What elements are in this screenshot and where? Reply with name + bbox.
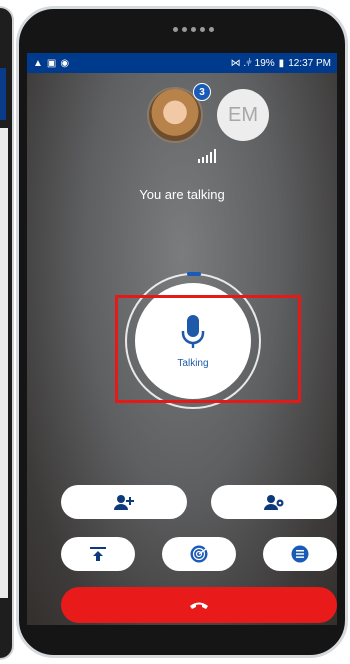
end-call-button[interactable] bbox=[61, 587, 337, 623]
adjacent-phone-edge bbox=[0, 6, 14, 660]
speaker-grille bbox=[173, 27, 214, 32]
adjacent-phone-screen bbox=[0, 128, 8, 598]
image-icon: ▣ bbox=[46, 57, 57, 69]
list-button[interactable] bbox=[263, 537, 337, 571]
signal-strength-icon bbox=[198, 149, 216, 163]
battery-icon: ▮ bbox=[278, 57, 285, 69]
add-participant-button[interactable] bbox=[61, 485, 187, 519]
action-row-2 bbox=[61, 537, 337, 571]
radar-button[interactable] bbox=[162, 537, 236, 571]
participant-count-badge: 3 bbox=[193, 83, 211, 101]
highlight-box bbox=[115, 295, 301, 403]
upload-button[interactable] bbox=[61, 537, 135, 571]
radar-icon bbox=[190, 545, 208, 563]
contacts-settings-button[interactable] bbox=[211, 485, 337, 519]
contacts-settings-icon bbox=[264, 495, 284, 510]
adjacent-phone-header bbox=[0, 68, 6, 120]
call-status-text: You are talking bbox=[139, 187, 225, 202]
signal-battery-text: ⋈ .⫩ 19% bbox=[230, 57, 275, 69]
end-call-icon bbox=[190, 602, 208, 609]
list-icon bbox=[291, 545, 309, 563]
clock: 12:37 PM bbox=[288, 57, 331, 69]
call-screen: ▲ ▣ ◉ ⋈ .⫩ 19% ▮ 12:37 PM 3 EM You are t… bbox=[27, 53, 337, 625]
status-bar: ▲ ▣ ◉ ⋈ .⫩ 19% ▮ 12:37 PM bbox=[27, 53, 337, 73]
alert-icon: ▲ bbox=[33, 57, 43, 69]
phone-frame: ▲ ▣ ◉ ⋈ .⫩ 19% ▮ 12:37 PM 3 EM You are t… bbox=[16, 6, 348, 658]
participants: 3 EM bbox=[127, 83, 269, 143]
action-row-1 bbox=[61, 485, 337, 519]
chat-icon: ◉ bbox=[60, 57, 70, 69]
add-participant-icon bbox=[114, 495, 134, 510]
participant-initials-avatar[interactable]: EM bbox=[217, 89, 269, 141]
progress-tick bbox=[187, 272, 201, 276]
upload-icon bbox=[90, 547, 106, 561]
